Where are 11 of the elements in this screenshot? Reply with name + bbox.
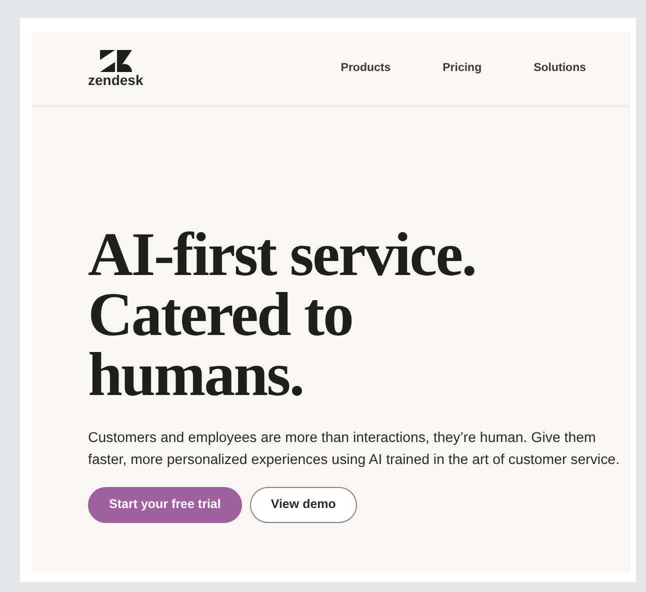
trial-button[interactable]: Start your free trial — [88, 487, 242, 523]
headline-line: Catered to — [88, 285, 352, 345]
demo-button[interactable]: View demo — [250, 487, 357, 523]
nav-link[interactable]: Solutions — [534, 60, 586, 78]
hero-description: Customers and employees are more than interactions, they’re human. Give them faster, more personalized experiences using AI trained in the art of customer service. — [88, 429, 621, 470]
headline-line: AI-first service. — [88, 225, 476, 285]
nav-link[interactable]: Products — [340, 60, 391, 78]
logo-icon — [100, 50, 132, 72]
logo-text: zendesk — [88, 73, 144, 87]
nav-link[interactable]: Pricing — [442, 60, 482, 78]
headline-line: humans. — [88, 345, 304, 405]
